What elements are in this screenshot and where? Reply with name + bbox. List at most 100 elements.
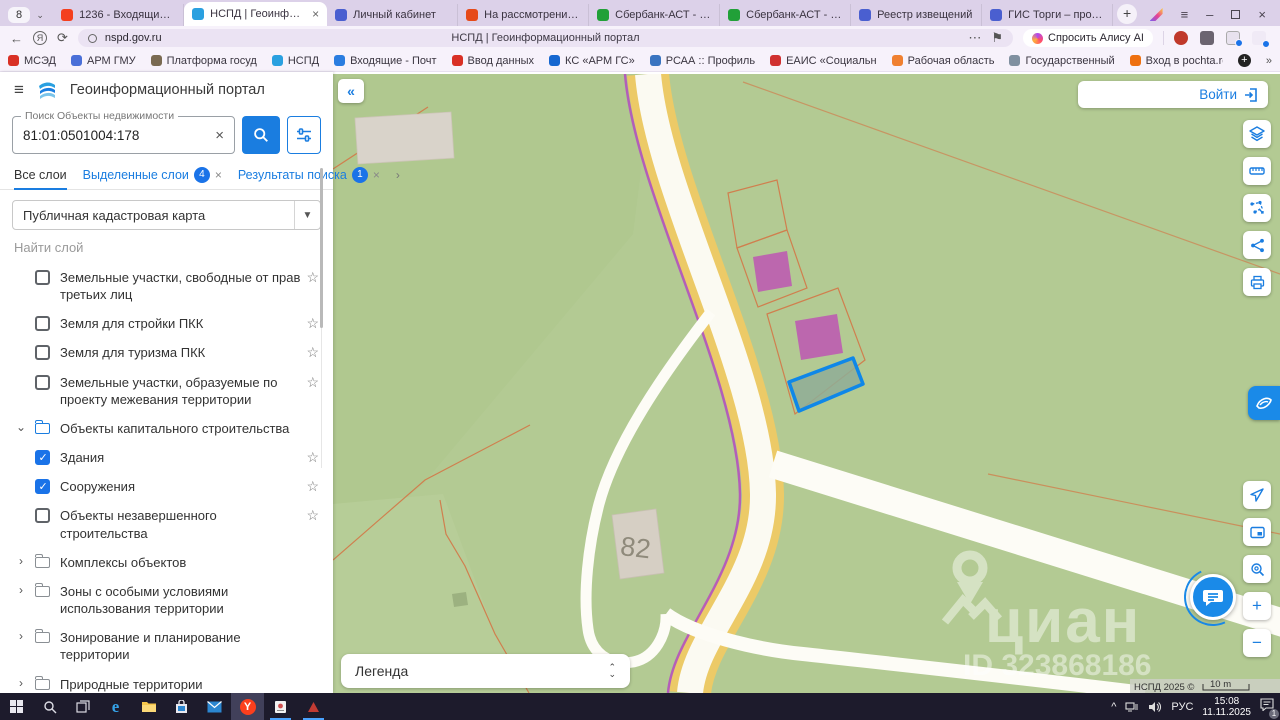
- address-bar[interactable]: nspd.gov.ru НСПД | Геоинформационный пор…: [77, 29, 1014, 47]
- locate-button[interactable]: [1243, 481, 1271, 509]
- bookmark-item[interactable]: МСЭД: [8, 55, 56, 67]
- minimize-button[interactable]: –: [1206, 7, 1213, 22]
- search-button[interactable]: [242, 116, 280, 154]
- back-button[interactable]: ←: [10, 31, 23, 46]
- tabs-scroll-icon[interactable]: ›: [396, 168, 400, 182]
- tab-close-icon[interactable]: ×: [373, 168, 380, 182]
- bookmark-item[interactable]: Входящие - Почт: [334, 55, 437, 67]
- layer-checkbox[interactable]: [35, 479, 50, 495]
- layer-row[interactable]: Земля для стройки ПКК ☆: [0, 309, 333, 338]
- browser-tab[interactable]: Сбербанк-АСТ - Электр: [589, 4, 721, 26]
- overview-map-button[interactable]: [1243, 518, 1271, 546]
- keyboard-language[interactable]: РУС: [1171, 701, 1193, 713]
- bookmark-item[interactable]: АРМ ГМУ: [70, 55, 136, 67]
- taskbar-search-icon[interactable]: [33, 693, 66, 720]
- shared-arrow-icon[interactable]: [1149, 8, 1163, 21]
- layer-group-row[interactable]: ⌄ Объекты капитального строительства: [0, 414, 333, 443]
- star-icon[interactable]: ☆: [306, 344, 319, 361]
- bookmark-item[interactable]: ЕАИС «Социальн: [770, 55, 877, 67]
- notification-center-icon[interactable]: 1: [1260, 697, 1279, 719]
- tab-counter[interactable]: 8 ⌄: [8, 7, 47, 23]
- layer-row[interactable]: Земельные участки, образуемые по проекту…: [0, 368, 333, 414]
- select-area-button[interactable]: [1243, 194, 1271, 222]
- region-panel-button[interactable]: [1248, 386, 1280, 420]
- site-info-icon[interactable]: [87, 33, 97, 43]
- chevron-icon[interactable]: ›: [14, 583, 28, 597]
- menu-icon[interactable]: ≡: [1181, 7, 1189, 22]
- document-app-icon[interactable]: [264, 693, 297, 720]
- chevron-icon[interactable]: ⌄: [14, 420, 28, 434]
- browser-tab[interactable]: Сбербанк-АСТ - Электр: [720, 4, 852, 26]
- layer-checkbox[interactable]: [35, 374, 50, 390]
- tab-close-icon[interactable]: ×: [215, 168, 222, 182]
- yandex-home-icon[interactable]: Я: [33, 31, 47, 45]
- print-button[interactable]: [1243, 268, 1271, 296]
- bookmark-item[interactable]: Ввод данных: [451, 55, 534, 67]
- task-view-icon[interactable]: [66, 693, 99, 720]
- browser-tab[interactable]: На рассмотрении : Все: [458, 4, 590, 26]
- scrollbar-thumb[interactable]: [320, 168, 323, 328]
- share-button[interactable]: [1243, 231, 1271, 259]
- bookmark-item[interactable]: Рабочая область: [891, 55, 994, 67]
- start-button[interactable]: [0, 693, 33, 720]
- mail-icon[interactable]: [198, 693, 231, 720]
- layer-row[interactable]: Земля для туризма ПКК ☆: [0, 338, 333, 367]
- legend-panel[interactable]: Легенда ⌃ ⌄: [341, 654, 630, 688]
- zoom-in-button[interactable]: +: [1243, 592, 1271, 620]
- layer-checkbox[interactable]: [35, 508, 50, 524]
- find-layer-input[interactable]: Найти слой: [0, 230, 333, 259]
- bookmark-item[interactable]: Платформа госуд: [150, 55, 257, 67]
- legend-toggle-icon[interactable]: ⌃ ⌄: [608, 663, 616, 679]
- layer-group-row[interactable]: › Зоны с особыми условиями использования …: [0, 577, 333, 623]
- layer-checkbox[interactable]: [35, 316, 50, 332]
- bookmark-item[interactable]: НСПД: [271, 55, 319, 67]
- layer-group-row[interactable]: › Природные территории: [0, 670, 333, 694]
- edge-icon[interactable]: e: [99, 693, 132, 720]
- new-tab-button[interactable]: +: [1117, 4, 1138, 24]
- bookmarks-overflow-icon[interactable]: »: [1266, 55, 1272, 67]
- star-icon[interactable]: ☆: [306, 374, 319, 391]
- tab-close-icon[interactable]: ×: [312, 7, 319, 21]
- layer-checkbox[interactable]: [35, 270, 50, 285]
- chevron-icon[interactable]: ›: [14, 554, 28, 568]
- map-canvas[interactable]: 82 циан ID 323868186 НСПД 2025 © 10 m « …: [333, 74, 1280, 693]
- taskbar-clock[interactable]: 15:08 11.11.2025: [1202, 696, 1251, 718]
- wallet-extension-icon[interactable]: [1226, 31, 1243, 47]
- bookmark-item[interactable]: Вход в pochta.re: [1129, 55, 1223, 67]
- bookmark-flag-icon[interactable]: ⚑: [991, 30, 1003, 46]
- restore-button[interactable]: [1231, 10, 1241, 19]
- zoom-out-button[interactable]: −: [1243, 629, 1271, 657]
- add-bookmark-button[interactable]: +: [1237, 54, 1251, 67]
- layer-checkbox[interactable]: [35, 450, 50, 466]
- browser-tab[interactable]: Личный кабинет: [327, 4, 459, 26]
- browser-tab[interactable]: НСПД | Геоинформац ×: [184, 2, 328, 26]
- building-pink[interactable]: [753, 251, 792, 292]
- bookmark-item[interactable]: Государственный: [1009, 55, 1115, 67]
- red-app-icon[interactable]: [297, 693, 330, 720]
- volume-icon[interactable]: [1148, 701, 1162, 713]
- sidebar-collapse-button[interactable]: «: [338, 79, 364, 103]
- tray-expand-icon[interactable]: ^: [1111, 701, 1116, 713]
- layer-group-row[interactable]: › Зонирование и планирование территории: [0, 623, 333, 669]
- chevron-icon[interactable]: ›: [14, 629, 28, 643]
- hamburger-icon[interactable]: ≡: [14, 80, 24, 100]
- layer-group-row[interactable]: › Комплексы объектов: [0, 548, 333, 577]
- bookmark-item[interactable]: РСАА :: Профиль: [649, 55, 755, 67]
- bookmark-item[interactable]: КС «АРМ ГС»: [549, 55, 635, 67]
- close-window-button[interactable]: ×: [1258, 7, 1266, 22]
- alice-button[interactable]: Спросить Алису AI: [1023, 29, 1153, 47]
- layer-row[interactable]: Сооружения ☆: [0, 472, 333, 501]
- login-button[interactable]: Войти: [1078, 81, 1268, 108]
- downloads-icon[interactable]: [1252, 31, 1270, 48]
- browser-tab[interactable]: 1236 - Входящие — Янд: [53, 4, 185, 26]
- layer-row[interactable]: Здания ☆: [0, 443, 333, 472]
- extension-icon[interactable]: [1174, 31, 1188, 45]
- star-icon[interactable]: ☆: [306, 269, 319, 286]
- file-explorer-icon[interactable]: [132, 693, 165, 720]
- dropdown-arrow-icon[interactable]: ▼: [294, 201, 320, 229]
- layer-row[interactable]: Объекты незавершенного строительства ☆: [0, 501, 333, 547]
- layer-tab-1[interactable]: Выделенные слои 4 ×: [83, 160, 222, 190]
- layer-tab-2[interactable]: Результаты поиска 1 ×: [238, 160, 380, 190]
- building-82[interactable]: 82: [611, 508, 665, 580]
- basemap-select[interactable]: Публичная кадастровая карта ▼: [12, 200, 321, 230]
